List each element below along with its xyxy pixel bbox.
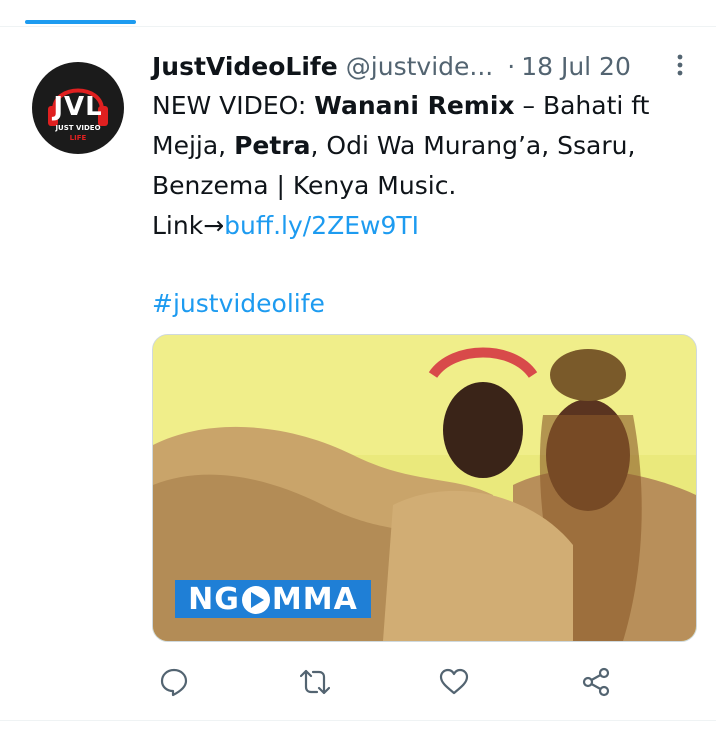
like-icon bbox=[439, 668, 469, 695]
like-button[interactable] bbox=[434, 662, 474, 702]
logo-text-right: MMA bbox=[271, 581, 358, 617]
user-handle[interactable]: @justvide... bbox=[346, 52, 493, 81]
tweet-date[interactable]: 18 Jul 20 bbox=[521, 52, 631, 81]
play-icon bbox=[241, 586, 270, 614]
tweet-text-petra: Petra bbox=[234, 131, 311, 160]
share-icon bbox=[582, 667, 610, 697]
media-thumbnail[interactable]: NG MMA bbox=[152, 334, 697, 642]
top-divider bbox=[0, 26, 716, 27]
avatar-line-2: LIFE bbox=[69, 134, 87, 142]
share-button[interactable] bbox=[576, 662, 616, 702]
dot-separator: · bbox=[507, 51, 516, 81]
tab-indicator bbox=[25, 20, 136, 24]
tweet-link[interactable]: buff.ly/2ZEw9TI bbox=[224, 211, 419, 240]
avatar[interactable]: JVL JUST VIDEO LIFE bbox=[32, 62, 124, 154]
ngomma-logo: NG MMA bbox=[175, 580, 371, 618]
retweet-icon bbox=[300, 669, 330, 695]
tweet-text-prefix: NEW VIDEO: bbox=[152, 91, 315, 120]
tweet-text-title: Wanani Remix bbox=[314, 91, 515, 120]
hashtag-link[interactable]: #justvideolife bbox=[152, 284, 325, 324]
more-options-icon[interactable] bbox=[668, 52, 692, 78]
tweet-link-label: Link→ bbox=[152, 211, 225, 240]
retweet-button[interactable] bbox=[295, 662, 335, 702]
reply-button[interactable] bbox=[154, 662, 194, 702]
avatar-logo-text: JVL bbox=[53, 92, 103, 122]
tweet-actions bbox=[0, 662, 716, 702]
display-name[interactable]: JustVideoLife bbox=[152, 52, 338, 81]
bottom-divider bbox=[0, 720, 716, 721]
tweet-text: NEW VIDEO: Wanani Remix – Bahati ft Mejj… bbox=[152, 86, 692, 246]
tweet-header: JustVideoLife @justvide... · 18 Jul 20 bbox=[152, 47, 631, 85]
avatar-line-1: JUST VIDEO bbox=[55, 124, 101, 132]
logo-text-left: NG bbox=[188, 581, 240, 617]
reply-icon bbox=[160, 668, 188, 697]
